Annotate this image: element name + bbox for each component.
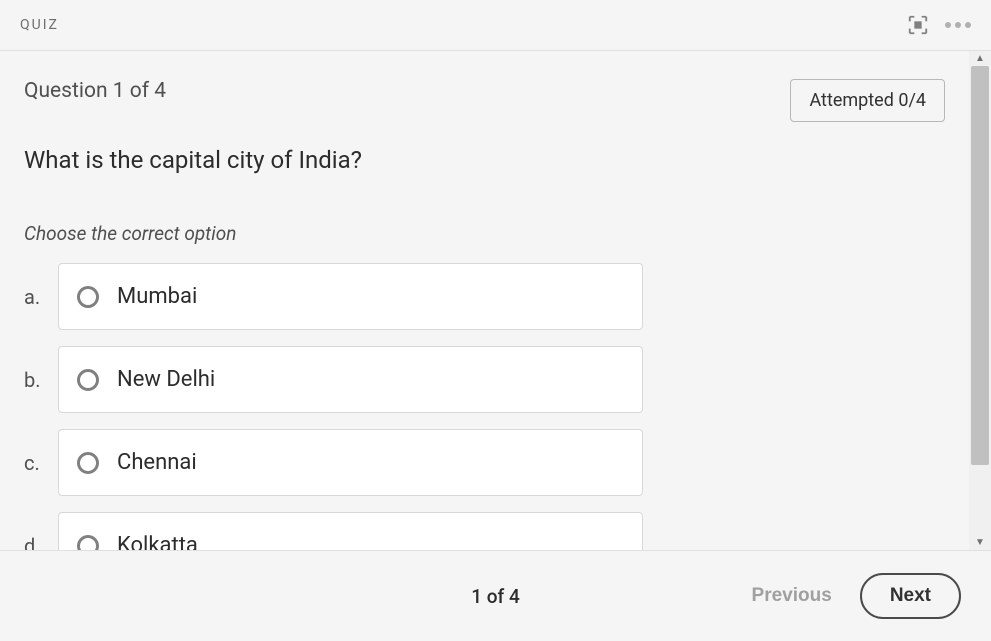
question-header-row: Question 1 of 4 Attempted 0/4 bbox=[24, 79, 945, 122]
scroll-thumb[interactable] bbox=[971, 66, 989, 465]
option-letter: d. bbox=[24, 534, 44, 551]
fullscreen-icon[interactable] bbox=[907, 14, 929, 36]
options-list: a. Mumbai b. New Delhi c. Chennai bbox=[24, 263, 945, 550]
page-indicator: 1 of 4 bbox=[471, 585, 520, 608]
option-b[interactable]: New Delhi bbox=[58, 346, 643, 413]
option-a[interactable]: Mumbai bbox=[58, 263, 643, 330]
option-row-c: c. Chennai bbox=[24, 429, 945, 496]
option-letter: b. bbox=[24, 368, 44, 392]
radio-icon bbox=[77, 369, 99, 391]
option-text: Chennai bbox=[117, 450, 197, 475]
question-text: What is the capital city of India? bbox=[24, 146, 945, 174]
option-letter: c. bbox=[24, 451, 44, 475]
content-wrapper: Question 1 of 4 Attempted 0/4 What is th… bbox=[0, 51, 991, 550]
attempted-badge: Attempted 0/4 bbox=[790, 79, 945, 122]
scroll-track[interactable] bbox=[969, 66, 991, 535]
quiz-header: QUIZ bbox=[0, 0, 991, 51]
option-row-b: b. New Delhi bbox=[24, 346, 945, 413]
quiz-footer: 1 of 4 Previous Next bbox=[0, 550, 991, 641]
option-text: Mumbai bbox=[117, 284, 197, 309]
option-text: Kolkatta bbox=[117, 533, 198, 550]
scroll-down-icon[interactable]: ▼ bbox=[975, 535, 985, 550]
previous-button[interactable]: Previous bbox=[752, 585, 832, 607]
scroll-up-icon[interactable]: ▲ bbox=[975, 51, 985, 66]
option-c[interactable]: Chennai bbox=[58, 429, 643, 496]
option-letter: a. bbox=[24, 285, 44, 309]
quiz-content: Question 1 of 4 Attempted 0/4 What is th… bbox=[0, 51, 969, 550]
scrollbar[interactable]: ▲ ▼ bbox=[969, 51, 991, 550]
option-row-d: d. Kolkatta bbox=[24, 512, 945, 550]
header-icons bbox=[907, 14, 971, 36]
option-d[interactable]: Kolkatta bbox=[58, 512, 643, 550]
next-button[interactable]: Next bbox=[860, 573, 961, 619]
radio-icon bbox=[77, 452, 99, 474]
radio-icon bbox=[77, 286, 99, 308]
radio-icon bbox=[77, 535, 99, 551]
instruction-text: Choose the correct option bbox=[24, 222, 945, 245]
quiz-title: QUIZ bbox=[20, 17, 59, 33]
option-text: New Delhi bbox=[117, 367, 215, 392]
footer-buttons: Previous Next bbox=[752, 573, 961, 619]
question-counter: Question 1 of 4 bbox=[24, 79, 166, 103]
option-row-a: a. Mumbai bbox=[24, 263, 945, 330]
more-icon[interactable] bbox=[945, 22, 971, 28]
